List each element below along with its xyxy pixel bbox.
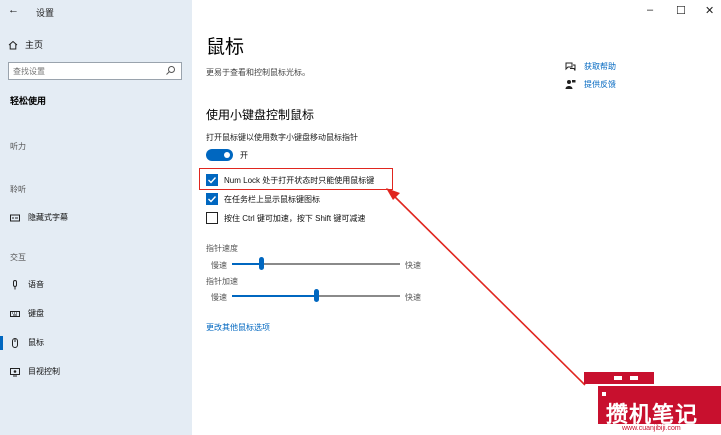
active-indicator [0, 336, 3, 350]
toggle-state-label: 开 [240, 151, 248, 160]
close-button[interactable]: ✕ [705, 4, 714, 17]
pointer-speed-fill [232, 263, 260, 265]
feedback-label: 提供反馈 [584, 80, 616, 89]
taskbar-icon-checkbox-label: 在任务栏上显示鼠标键图标 [224, 195, 320, 204]
pointer-accel-min-label: 慢速 [211, 293, 227, 302]
sidebar-item-eye-control[interactable]: 目视控制 [10, 366, 60, 377]
pointer-speed-min-label: 慢速 [211, 261, 227, 270]
pointer-accel-fill [232, 295, 316, 297]
search-box[interactable] [8, 62, 182, 80]
sidebar-item-label: 语音 [28, 280, 44, 289]
sidebar-section-title: 轻松使用 [10, 96, 47, 106]
captions-icon [10, 214, 20, 221]
mouse-keys-toggle[interactable] [206, 149, 233, 161]
mouse-icon [12, 337, 18, 348]
annotation-arrow [386, 188, 586, 386]
sidebar-item-captions[interactable]: 隐藏式字幕 [10, 212, 68, 223]
checkmark-icon [208, 196, 217, 203]
eye-control-icon [10, 367, 20, 376]
sidebar-item-keyboard[interactable]: 键盘 [10, 308, 44, 319]
pointer-accel-label: 指针加速 [206, 277, 238, 286]
search-icon[interactable] [165, 65, 176, 76]
taskbar-icon-checkbox[interactable] [206, 193, 218, 205]
home-icon [8, 40, 18, 49]
feedback-person-icon [565, 80, 576, 89]
maximize-button[interactable]: ☐ [676, 4, 686, 17]
sidebar-item-mouse[interactable]: 鼠标 [10, 337, 44, 348]
search-input[interactable] [13, 65, 163, 77]
pointer-speed-slider[interactable] [259, 257, 264, 270]
sidebar-group-interaction: 交互 [10, 253, 26, 262]
more-mouse-options-link[interactable]: 更改其他鼠标选项 [206, 322, 270, 333]
sidebar-item-label: 主页 [25, 40, 44, 50]
toggle-knob [224, 152, 230, 158]
window-title: 设置 [36, 8, 55, 18]
watermark-url: www.cuanjibiji.com [622, 425, 681, 432]
ctrl-shift-checkbox-label: 按住 Ctrl 键可加速，按下 Shift 键可减速 [224, 214, 366, 223]
sidebar-group-hearing: 听力 [10, 142, 26, 151]
back-arrow-icon[interactable]: ← [8, 4, 19, 16]
pointer-speed-label: 指针速度 [206, 244, 238, 253]
sidebar-item-label: 隐藏式字幕 [28, 213, 68, 222]
sidebar-item-label: 键盘 [28, 309, 44, 318]
section-heading: 使用小键盘控制鼠标 [206, 108, 315, 122]
help-chat-icon [565, 62, 576, 71]
toggle-description: 打开鼠标键以使用数字小键盘移动鼠标指针 [206, 133, 358, 142]
page-title: 鼠标 [206, 37, 245, 58]
ctrl-shift-checkbox[interactable] [206, 212, 218, 224]
get-help-label: 获取帮助 [584, 62, 616, 71]
feedback-link[interactable]: 提供反馈 [565, 79, 616, 90]
sidebar-item-label: 目视控制 [28, 367, 60, 376]
sidebar-item-home[interactable]: 主页 [8, 38, 43, 51]
minimize-button[interactable]: – [647, 4, 653, 16]
pointer-accel-slider[interactable] [314, 289, 319, 302]
sidebar-item-label: 鼠标 [28, 338, 44, 347]
page-description: 更易于查看和控制鼠标光标。 [206, 68, 310, 77]
keyboard-icon [10, 310, 20, 317]
get-help-link[interactable]: 获取帮助 [565, 61, 616, 72]
microphone-icon [13, 279, 17, 289]
sidebar-group-listening: 聆听 [10, 185, 26, 194]
highlight-box [199, 168, 393, 190]
sidebar-item-speech[interactable]: 语音 [10, 279, 44, 290]
